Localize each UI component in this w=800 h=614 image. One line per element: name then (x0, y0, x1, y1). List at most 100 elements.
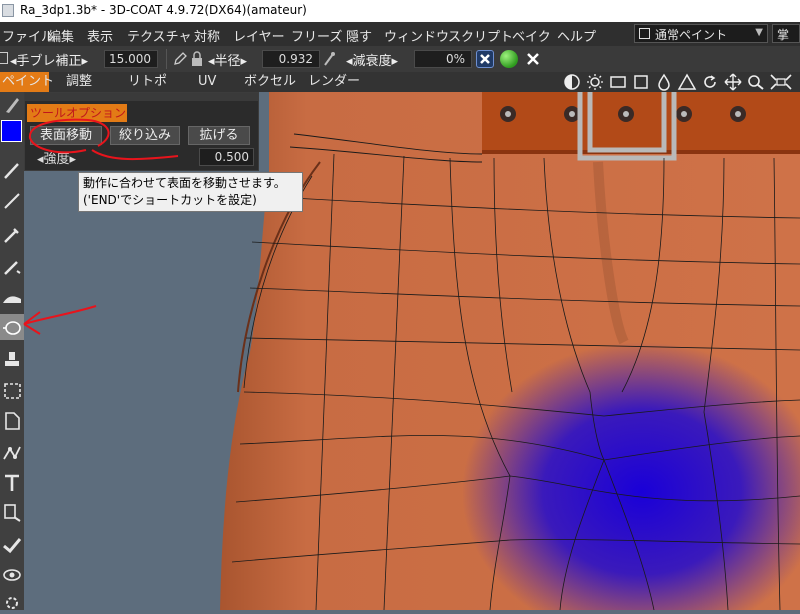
line-icon (4, 193, 20, 209)
view-controls (562, 73, 800, 91)
curve-tool[interactable] (0, 284, 24, 310)
menu-script[interactable]: スクリプト (448, 26, 513, 45)
close-icon[interactable] (476, 50, 494, 68)
tab-voxel[interactable]: ボクセル (244, 72, 296, 92)
primary-color-swatch[interactable] (1, 120, 22, 142)
stamp-icon (5, 352, 19, 366)
pen-tool[interactable] (0, 158, 24, 184)
stamp-tool[interactable] (0, 346, 24, 372)
panel-header[interactable] (25, 93, 258, 101)
close-icon[interactable] (524, 50, 542, 68)
curve-icon (3, 296, 21, 303)
strength-field[interactable]: 0.500 (199, 148, 254, 166)
move-icon[interactable] (723, 73, 743, 91)
smooth-field[interactable]: 15.000 (104, 50, 158, 68)
title-bar: Ra_3dp1.3b* - 3D-COAT 4.9.72(DX64)(amate… (0, 0, 800, 22)
line-tool[interactable] (0, 188, 24, 214)
zoom-tool[interactable] (0, 500, 24, 526)
pencil-icon[interactable] (172, 51, 188, 67)
tab-render[interactable]: レンダー (308, 72, 360, 92)
path-icon (3, 446, 21, 460)
gear-icon (6, 597, 18, 609)
lock-icon[interactable] (190, 51, 204, 67)
check-tool[interactable] (0, 532, 24, 558)
radius-label: ◂半径▸ (208, 54, 248, 69)
frame-icon (4, 383, 21, 399)
move-surface-button[interactable]: 表面移動 (30, 126, 102, 145)
tooltip-line2: ('END'でショートカットを設定) (83, 193, 257, 207)
rotate-icon[interactable] (700, 73, 720, 91)
frame-icon[interactable] (608, 73, 628, 91)
secondary-select[interactable]: 掌 (772, 24, 800, 43)
secondary-select-label: 掌 (777, 28, 790, 42)
smooth-checkbox[interactable] (0, 52, 8, 64)
eye-tool[interactable] (0, 562, 24, 588)
expand-icon[interactable] (769, 73, 793, 91)
settings-tool[interactable] (0, 588, 24, 614)
menu-texture[interactable]: テクスチャ (127, 26, 191, 45)
room-tabs: ペイント 調整 リトポ UV ボクセル レンダー (0, 72, 800, 92)
pen-icon (4, 163, 19, 179)
radius-field[interactable]: 0.932 (262, 50, 320, 68)
menu-edit[interactable]: 編集 (48, 26, 74, 45)
smooth-label: ◂手ブレ補正▸ (10, 54, 89, 69)
menu-symmetry[interactable]: 対称 (194, 26, 220, 45)
strength-label: ◂強度▸ (37, 152, 77, 167)
paint-mode-select[interactable]: 通常ペイント ▼ (634, 24, 768, 43)
menu-view[interactable]: 表示 (87, 26, 113, 45)
zoom-icon[interactable] (746, 73, 766, 91)
menu-bake[interactable]: ベイク (512, 26, 551, 45)
text-tool[interactable] (0, 470, 24, 496)
tab-retopo[interactable]: リトポ (128, 72, 167, 92)
frame-tool[interactable] (0, 378, 24, 404)
eyedropper-tool[interactable] (0, 222, 24, 248)
mode-checkbox[interactable] (639, 28, 650, 39)
menu-hide[interactable]: 隠す (346, 26, 372, 45)
tool-options-panel: ツールオプション 表面移動 絞り込み 拡げる ◂強度▸ 0.500 (24, 92, 259, 171)
brush-tool[interactable] (0, 92, 24, 118)
document-icon (5, 412, 20, 430)
tool-sidebar (0, 92, 24, 610)
menu-freeze[interactable]: フリーズ (291, 26, 342, 45)
path-tool[interactable] (0, 440, 24, 466)
menu-help[interactable]: ヘルプ (557, 26, 596, 45)
app-icon (2, 4, 14, 17)
tab-paint[interactable]: ペイント (0, 72, 54, 92)
tab-adjust[interactable]: 調整 (66, 72, 92, 92)
toolbar-divider (166, 49, 167, 69)
menu-window[interactable]: ウィンドウ (384, 26, 449, 45)
brush-icon (6, 98, 19, 113)
sun-icon[interactable] (585, 73, 605, 91)
warning-icon[interactable] (677, 73, 697, 91)
move-surface-tool[interactable] (0, 314, 24, 340)
text-icon (5, 474, 19, 491)
eyedropper-icon (4, 228, 19, 243)
move-surface-icon (3, 321, 21, 335)
menu-bar: ファイル 編集 表示 テクスチャ 対称 レイヤー フリーズ 隠す ウィンドウ ス… (0, 22, 800, 46)
chevron-down-icon: ▼ (755, 27, 763, 38)
falloff-field[interactable]: 0% (414, 50, 472, 68)
check-icon (3, 538, 22, 554)
zoom-icon (4, 504, 21, 522)
eye-icon (3, 569, 21, 581)
brush-toolbar: ◂手ブレ補正▸ 15.000 ◂半径▸ 0.932 ◂減衰度▸ 0% (0, 46, 800, 72)
half-circle-icon[interactable] (562, 73, 582, 91)
pressure-icon[interactable] (322, 51, 336, 67)
document-tool[interactable] (0, 408, 24, 434)
mode-select-label: 通常ペイント (655, 28, 728, 42)
tooltip-line1: 動作に合わせて表面を移動させます。 (83, 176, 286, 190)
green-dot-icon[interactable] (500, 50, 518, 68)
tab-uv[interactable]: UV (198, 72, 216, 92)
airbrush-icon (4, 261, 21, 275)
airbrush-tool[interactable] (0, 254, 24, 280)
falloff-label: ◂減衰度▸ (346, 54, 399, 69)
drop-icon[interactable] (654, 73, 674, 91)
menu-file[interactable]: ファイル (2, 26, 54, 45)
expand-button[interactable]: 拡げる (188, 126, 250, 145)
tooltip: 動作に合わせて表面を移動させます。 ('END'でショートカットを設定) (78, 172, 303, 212)
window-title: Ra_3dp1.3b* - 3D-COAT 4.9.72(DX64)(amate… (20, 3, 307, 17)
pinch-button[interactable]: 絞り込み (110, 126, 180, 145)
tool-options-title: ツールオプション (27, 104, 127, 122)
menu-layer[interactable]: レイヤー (233, 26, 285, 45)
square-icon[interactable] (631, 73, 651, 91)
